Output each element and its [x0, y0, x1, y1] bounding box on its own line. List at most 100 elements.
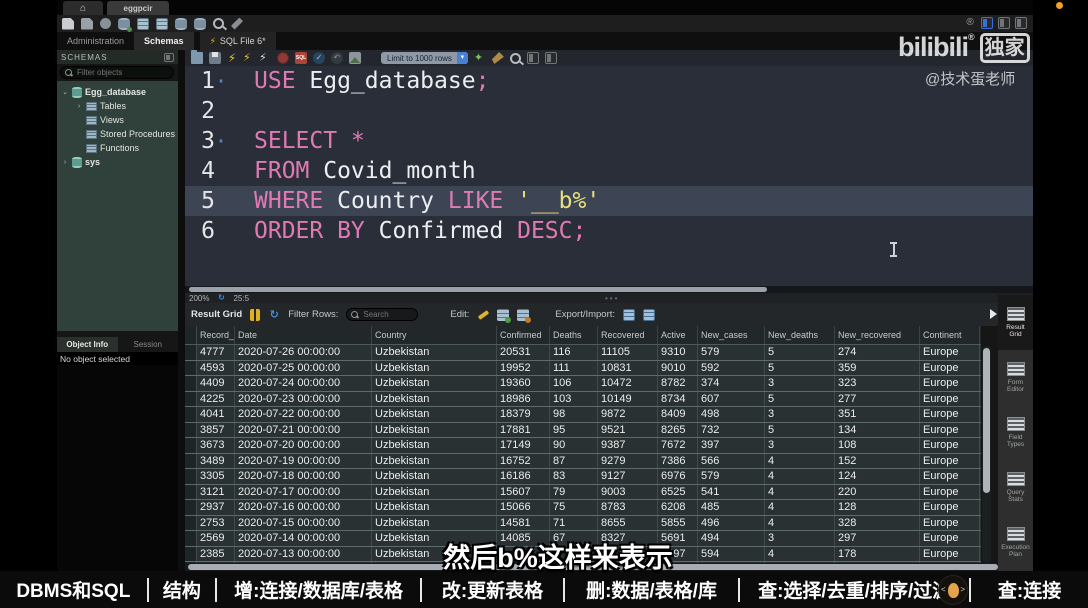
cell[interactable]: 103: [550, 392, 598, 407]
view-field-types[interactable]: FieldTypes: [998, 405, 1033, 460]
cell[interactable]: 607: [698, 392, 765, 407]
cell[interactable]: Europe: [920, 361, 980, 376]
cell[interactable]: 9010: [658, 361, 698, 376]
expander-icon[interactable]: ›: [75, 103, 83, 110]
cell[interactable]: 498: [698, 407, 765, 422]
column-header-deaths[interactable]: Deaths: [550, 326, 598, 344]
cell[interactable]: 4225: [197, 392, 235, 407]
table-row[interactable]: 47772020-07-26 00:00:00Uzbekistan2053111…: [185, 345, 981, 361]
cell[interactable]: 566: [698, 454, 765, 469]
column-header-recovered[interactable]: Recovered: [598, 326, 658, 344]
cell[interactable]: 579: [698, 345, 765, 360]
panel-right-toggle-icon[interactable]: [1015, 17, 1027, 29]
cell[interactable]: Uzbekistan: [372, 469, 497, 484]
save-icon[interactable]: [209, 52, 221, 64]
new-procedure-icon[interactable]: [175, 18, 187, 30]
cell[interactable]: Europe: [920, 454, 980, 469]
utilities-icon[interactable]: [231, 18, 243, 30]
cell[interactable]: 328: [835, 516, 920, 531]
cell[interactable]: 2020-07-22 00:00:00: [235, 407, 372, 422]
cell[interactable]: 4593: [197, 361, 235, 376]
open-script-icon[interactable]: [81, 18, 93, 30]
column-header-new_deaths[interactable]: New_deaths: [765, 326, 835, 344]
cell[interactable]: 90: [550, 438, 598, 453]
cell[interactable]: 2020-07-13 00:00:00: [235, 547, 372, 562]
cell[interactable]: 2937: [197, 500, 235, 515]
execute-current-icon[interactable]: ⚡: [243, 52, 253, 64]
cell[interactable]: 8782: [658, 376, 698, 391]
cell[interactable]: 592: [698, 361, 765, 376]
column-header-active[interactable]: Active: [658, 326, 698, 344]
stop-icon[interactable]: [277, 52, 289, 64]
cell[interactable]: 297: [835, 531, 920, 546]
commit-icon[interactable]: ✓: [313, 52, 325, 64]
table-row[interactable]: 40412020-07-22 00:00:00Uzbekistan1837998…: [185, 407, 981, 423]
cell[interactable]: 95: [550, 423, 598, 438]
cell[interactable]: 8265: [658, 423, 698, 438]
table-row[interactable]: 38572020-07-21 00:00:00Uzbekistan1788195…: [185, 423, 981, 439]
cleanup-icon[interactable]: [492, 52, 504, 64]
cell[interactable]: 2020-07-20 00:00:00: [235, 438, 372, 453]
cell[interactable]: 397: [698, 438, 765, 453]
table-row[interactable]: 42252020-07-23 00:00:00Uzbekistan1898610…: [185, 392, 981, 408]
table-row[interactable]: 34892020-07-19 00:00:00Uzbekistan1675287…: [185, 454, 981, 470]
cell[interactable]: 19952: [497, 361, 550, 376]
cell[interactable]: 5: [765, 392, 835, 407]
cell[interactable]: Europe: [920, 516, 980, 531]
cell[interactable]: Europe: [920, 376, 980, 391]
cell[interactable]: 124: [835, 469, 920, 484]
tree-item-stored-procedures[interactable]: Stored Procedures: [57, 127, 178, 141]
cell[interactable]: Europe: [920, 547, 980, 562]
cell[interactable]: 8734: [658, 392, 698, 407]
cell[interactable]: 8783: [598, 500, 658, 515]
code-line-highlighted[interactable]: 5WHERE Country LIKE '__b%': [185, 186, 1033, 216]
limit-rows-dropdown[interactable]: Limit to 1000 rows▾: [381, 52, 468, 64]
trademark-icon[interactable]: ®: [964, 17, 976, 29]
cell[interactable]: 111: [550, 361, 598, 376]
cell[interactable]: 5: [765, 423, 835, 438]
table-row[interactable]: 36732020-07-20 00:00:00Uzbekistan1714990…: [185, 438, 981, 454]
cell[interactable]: 108: [835, 438, 920, 453]
cell[interactable]: Uzbekistan: [372, 516, 497, 531]
tab-sql-file-6-[interactable]: ⚡SQL File 6*: [200, 32, 276, 50]
cell[interactable]: 3: [765, 407, 835, 422]
cell[interactable]: Europe: [920, 423, 980, 438]
home-tab[interactable]: ⌂: [63, 1, 103, 15]
cell[interactable]: 5: [765, 361, 835, 376]
cell[interactable]: Europe: [920, 469, 980, 484]
cell[interactable]: 2020-07-19 00:00:00: [235, 454, 372, 469]
result-grid[interactable]: Record_idDateCountryConfirmedDeathsRecov…: [185, 326, 981, 563]
table-row[interactable]: 27532020-07-15 00:00:00Uzbekistan1458171…: [185, 516, 981, 532]
cell[interactable]: 75: [550, 500, 598, 515]
cell[interactable]: 4777: [197, 345, 235, 360]
cell[interactable]: 18379: [497, 407, 550, 422]
cell[interactable]: 220: [835, 485, 920, 500]
cell[interactable]: 351: [835, 407, 920, 422]
cell[interactable]: 2020-07-23 00:00:00: [235, 392, 372, 407]
cell[interactable]: 178: [835, 547, 920, 562]
column-header-confirmed[interactable]: Confirmed: [497, 326, 550, 344]
cell[interactable]: 277: [835, 392, 920, 407]
cell[interactable]: 2020-07-21 00:00:00: [235, 423, 372, 438]
tree-item-egg-database[interactable]: ⌄Egg_database: [57, 85, 178, 99]
cell[interactable]: Uzbekistan: [372, 407, 497, 422]
cell[interactable]: 3489: [197, 454, 235, 469]
cell[interactable]: 732: [698, 423, 765, 438]
cell[interactable]: Europe: [920, 407, 980, 422]
new-view-icon[interactable]: [156, 18, 168, 30]
new-table-icon[interactable]: [137, 18, 149, 30]
cell[interactable]: 2020-07-25 00:00:00: [235, 361, 372, 376]
cell[interactable]: 594: [698, 547, 765, 562]
schema-filter-input[interactable]: [75, 67, 159, 78]
snippet-icon[interactable]: [349, 52, 361, 64]
cell[interactable]: 374: [698, 376, 765, 391]
cell[interactable]: 9003: [598, 485, 658, 500]
cell[interactable]: 2569: [197, 531, 235, 546]
editor-hscrollbar[interactable]: [185, 286, 1033, 293]
column-header-continent[interactable]: Continent: [920, 326, 980, 344]
cell[interactable]: 5: [765, 345, 835, 360]
cell[interactable]: 11105: [598, 345, 658, 360]
sidebar-divider[interactable]: [178, 50, 185, 571]
cell[interactable]: 541: [698, 485, 765, 500]
execute-icon[interactable]: ⚡: [227, 52, 237, 64]
